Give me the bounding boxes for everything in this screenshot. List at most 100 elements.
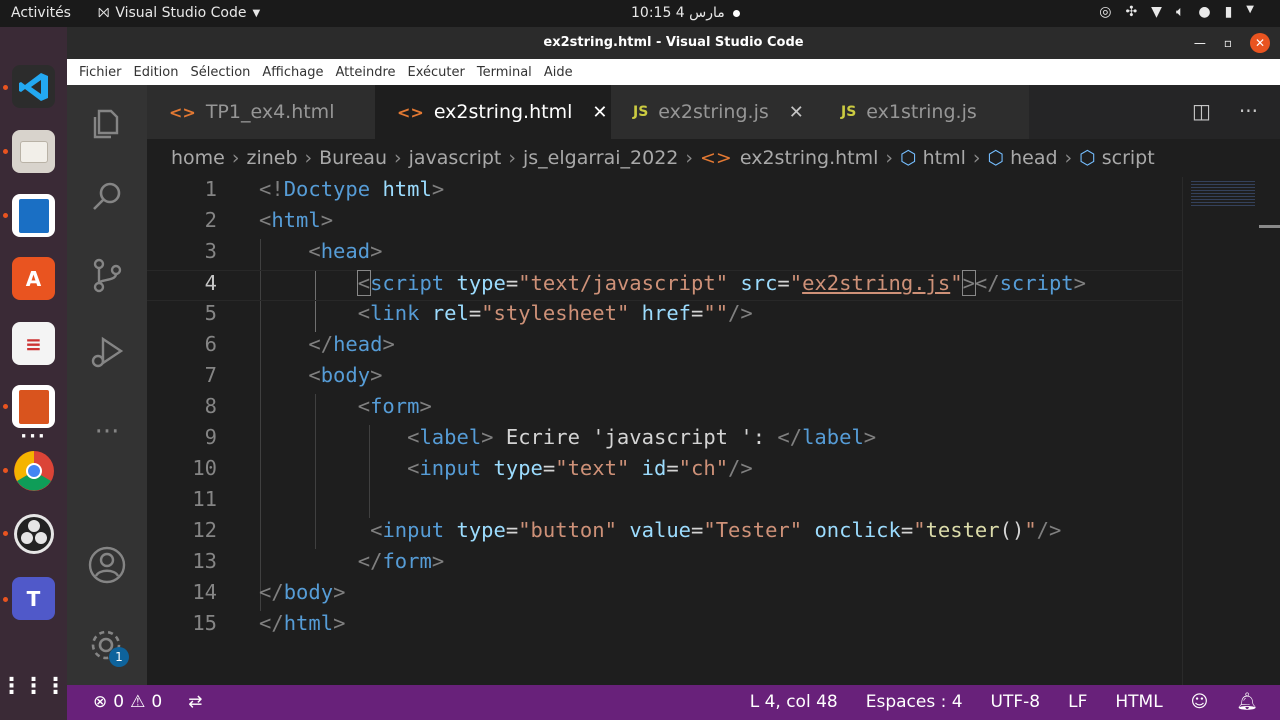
code-line: 10 <input type="text" id="ch"/> <box>147 456 1182 487</box>
js-file-icon: JS <box>841 104 857 120</box>
chevron-right-icon: › <box>304 147 313 169</box>
chrome-dock-icon[interactable] <box>12 449 55 492</box>
breadcrumb-item[interactable]: javascript <box>409 147 502 169</box>
code-line: 13 </form> <box>147 549 1182 580</box>
breadcrumb-item[interactable]: zineb <box>246 147 297 169</box>
minimap[interactable] <box>1182 177 1280 685</box>
end-of-line[interactable]: LF <box>1068 692 1087 712</box>
text-editor-dock-icon[interactable]: ≡ <box>12 322 55 365</box>
close-window-icon[interactable]: ✕ <box>1250 33 1270 53</box>
search-icon[interactable] <box>87 177 127 217</box>
menu-edition[interactable]: Edition <box>128 65 185 80</box>
breadcrumb-item[interactable]: script <box>1102 147 1155 169</box>
obs-dock-icon[interactable] <box>12 512 55 555</box>
chevron-down-icon[interactable]: ▼ <box>1246 4 1254 20</box>
settings-badge: 1 <box>109 647 129 667</box>
app-menu[interactable]: ⨝ Visual Studio Code ▼ <box>98 5 260 21</box>
code-line: 9 <label> Ecrire 'javascript ': </label> <box>147 425 1182 456</box>
encoding[interactable]: UTF-8 <box>991 692 1041 712</box>
breadcrumb-item[interactable]: Bureau <box>319 147 387 169</box>
accounts-icon[interactable] <box>87 545 127 585</box>
breadcrumb-item[interactable]: js_elgarrai_2022 <box>523 147 678 169</box>
running-indicator-icon <box>3 404 8 409</box>
warning-count: 0 <box>151 692 163 712</box>
breadcrumb-item[interactable]: html <box>923 147 966 169</box>
close-tab-icon[interactable]: ✕ <box>592 102 607 123</box>
minimize-icon[interactable]: — <box>1194 36 1206 50</box>
menu-atteindre[interactable]: Atteindre <box>329 65 401 80</box>
line-number: 15 <box>192 611 217 635</box>
battery-icon[interactable]: ▮ <box>1225 4 1233 20</box>
menu-fichier[interactable]: Fichier <box>73 65 128 80</box>
running-indicator-icon <box>3 85 8 90</box>
code-line: 6 </head> <box>147 332 1182 363</box>
breadcrumb-item[interactable]: home <box>171 147 225 169</box>
explorer-icon[interactable] <box>87 103 127 143</box>
window-title-bar: ex2string.html - Visual Studio Code — ▫ … <box>67 27 1280 59</box>
clock[interactable]: 10:15 مارس 4 <box>631 5 740 21</box>
run-debug-icon[interactable] <box>87 331 127 371</box>
microphone-icon[interactable]: ● <box>1198 4 1210 20</box>
writer-dock-icon[interactable] <box>12 194 55 237</box>
menu-affichage[interactable]: Affichage <box>256 65 329 80</box>
activities-button[interactable]: Activités <box>11 5 71 21</box>
tab-ex1string-js[interactable]: JS ex1string.js <box>819 85 1029 139</box>
line-number: 6 <box>204 332 217 356</box>
language-mode[interactable]: HTML <box>1115 692 1162 712</box>
files-dock-icon[interactable] <box>12 130 55 173</box>
feedback-icon[interactable]: ☺ <box>1191 692 1209 712</box>
wifi-icon[interactable]: ▼ <box>1151 4 1162 20</box>
split-editor-icon[interactable]: ◫ <box>1192 99 1211 123</box>
clock-label: 10:15 مارس 4 <box>631 5 725 21</box>
extensions-icon[interactable]: ··· <box>87 417 127 457</box>
chevron-right-icon: › <box>508 147 516 169</box>
source-control-icon[interactable] <box>87 255 127 295</box>
html-file-icon: <> <box>700 147 732 169</box>
notifications-bell-icon[interactable]: 🔔︎ <box>1236 692 1258 712</box>
teams-tray-icon[interactable]: ✣ <box>1125 4 1137 20</box>
menu-aide[interactable]: Aide <box>538 65 579 80</box>
running-indicator-icon <box>3 213 8 218</box>
tab-tp1-ex4-html[interactable]: <> TP1_ex4.html <box>147 85 375 139</box>
menu-selection[interactable]: Sélection <box>184 65 256 80</box>
line-number: 13 <box>192 549 217 573</box>
breadcrumb-item[interactable]: head <box>1010 147 1057 169</box>
tab-ex2string-html[interactable]: <> ex2string.html ✕ <box>375 85 611 139</box>
chevron-right-icon: › <box>394 147 402 169</box>
chevron-right-icon: › <box>885 147 894 169</box>
status-bar: ⊗ 0 ⚠ 0 ⇄ L 4, col 48 Espaces : 4 UTF-8 … <box>67 685 1280 720</box>
software-dock-icon[interactable]: A <box>12 257 55 300</box>
close-tab-icon[interactable]: ✕ <box>789 102 804 123</box>
chevron-right-icon: › <box>231 147 240 169</box>
system-tray[interactable]: ◎ ✣ ▼ 🔈︎ ● ▮ ▼ <box>1099 4 1254 20</box>
menu-executer[interactable]: Exécuter <box>402 65 471 80</box>
problems-indicator[interactable]: ⊗ 0 ⚠ 0 <box>93 692 162 712</box>
minimap-preview <box>1191 179 1255 207</box>
line-number: 3 <box>204 239 217 263</box>
vscode-dock-icon[interactable] <box>12 65 55 108</box>
breadcrumb-item[interactable]: ex2string.html <box>740 147 879 169</box>
tab-label: ex2string.html <box>433 101 573 123</box>
editor-tabs: <> TP1_ex4.html <> ex2string.html ✕ JS e… <box>147 85 1280 139</box>
symbol-element-icon: ⬡ <box>900 147 917 169</box>
chrome-tray-icon[interactable]: ◎ <box>1099 4 1111 20</box>
cursor-position[interactable]: L 4, col 48 <box>750 692 838 712</box>
live-share-icon[interactable]: ⇄ <box>188 692 202 712</box>
show-applications-icon[interactable]: ⋮⋮⋮ <box>1 665 67 708</box>
chevron-right-icon: › <box>972 147 981 169</box>
menu-terminal[interactable]: Terminal <box>471 65 538 80</box>
teams-dock-icon[interactable]: T <box>12 577 55 620</box>
code-editor[interactable]: 1 <!Doctype html> 2 <html> 3 <head> 4 <scr… <box>147 177 1182 685</box>
running-indicator-icon <box>3 468 8 473</box>
volume-icon[interactable]: 🔈︎ <box>1176 4 1184 20</box>
tab-ex2string-js[interactable]: JS ex2string.js ✕ <box>611 85 819 139</box>
line-number: 12 <box>192 518 217 542</box>
line-number: 11 <box>192 487 217 511</box>
maximize-icon[interactable]: ▫ <box>1224 36 1232 50</box>
manage-gear-icon[interactable]: 1 <box>87 625 129 667</box>
system-top-bar: Activités ⨝ Visual Studio Code ▼ 10:15 م… <box>0 0 1280 27</box>
js-file-icon: JS <box>633 104 649 120</box>
more-actions-icon[interactable]: ··· <box>1239 99 1258 123</box>
tab-label: TP1_ex4.html <box>205 101 335 123</box>
indentation[interactable]: Espaces : 4 <box>866 692 963 712</box>
